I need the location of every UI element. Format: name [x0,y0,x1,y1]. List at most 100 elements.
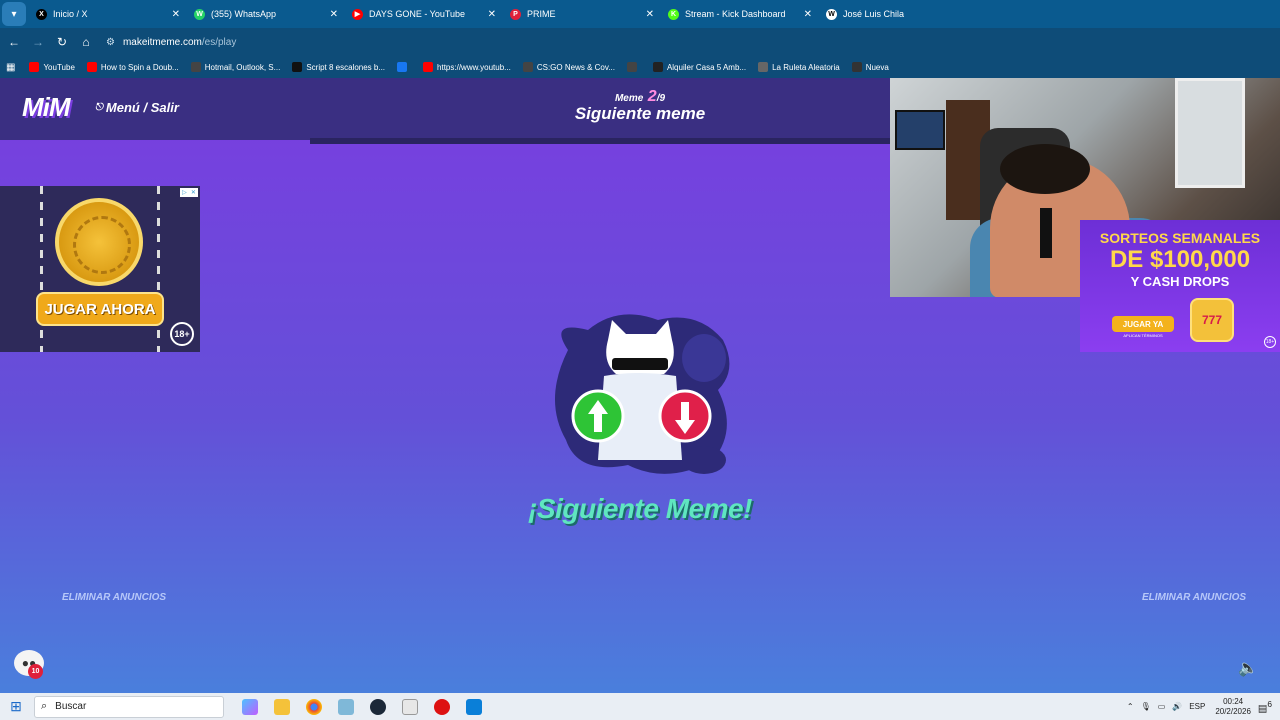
tab-title: PRIME [527,9,556,19]
app-icon[interactable] [330,693,362,720]
bookmark-favicon-icon [522,62,533,72]
back-icon[interactable]: ← [2,35,26,49]
browser-tab[interactable]: W José Luis Chila [820,0,978,28]
url-host: makeitmeme.com [122,36,202,48]
bookmark-label: Nueva [865,62,889,72]
tab-close-icon[interactable]: ✕ [646,9,654,20]
steam-icon[interactable] [362,693,394,720]
exit-icon: ⎋ [95,102,103,113]
menu-exit-link[interactable]: ⎋ Menú / Salir [95,100,179,115]
network-icon[interactable]: ▭ [1158,702,1166,711]
ad-right[interactable]: SORTEOS SEMANALES DE $100,000 Y CASH DRO… [1080,220,1280,352]
bookmark-favicon-icon [626,62,637,72]
reload-icon[interactable]: ↻ [50,35,74,49]
clock-time: 00:24 [1223,696,1244,706]
tab-title: José Luis Chila [843,9,905,19]
ad-stripe [157,186,160,352]
apps-icon[interactable]: ▦ [6,62,15,73]
bookmark-item[interactable]: Nueva [851,62,889,72]
webcam-window [1175,78,1245,188]
tab-close-icon[interactable]: ✕ [488,9,496,20]
bookmark-item[interactable]: https://www.youtub... [423,62,511,72]
ad-play-button[interactable]: JUGAR AHORA [36,292,164,326]
search-icon: ⌕ [41,700,48,712]
tab-favicon-icon: W [194,8,205,20]
mic-icon[interactable]: 🎙 [1141,702,1151,711]
bookmark-item[interactable]: How to Spin a Doub... [86,62,179,72]
windows-start-icon[interactable]: ⊞ [0,698,32,715]
bookmark-favicon-icon [292,62,303,72]
webcam-tv [895,110,945,150]
tab-title: Inicio / X [53,9,88,19]
tab-close-icon[interactable]: ✕ [172,9,180,20]
bookmark-item[interactable]: YouTube [29,62,75,72]
chrome-icon[interactable] [298,693,330,720]
browser-tab[interactable]: W (355) WhatsApp ✕ [188,0,346,28]
taskbar-search[interactable]: ⌕ Buscar [34,695,224,718]
forward-icon[interactable]: → [26,35,50,49]
tab-strip: ▾ X Inicio / X ✕ W (355) WhatsApp ✕ ▶ DAYS GONE… [0,0,1280,28]
bookmark-item[interactable] [626,62,641,72]
bookmark-favicon-icon [423,62,434,72]
url-path: /es/play [201,36,237,48]
chat-count-badge: 10 [28,664,43,679]
browser-tab[interactable]: ▶ DAYS GONE - YouTube ✕ [346,0,504,28]
header-title: Siguiente meme [574,104,706,123]
tab-title: Stream - Kick Dashboard [685,9,786,19]
ad-right-button[interactable]: JUGAR YA [1112,316,1174,332]
copilot-icon[interactable] [234,693,266,720]
notification-icon[interactable]: ▤6 [1258,699,1272,714]
bookmark-item[interactable]: La Ruleta Aleatoria [758,62,840,72]
game-page: MiM ⎋ Menú / Salir Meme 2/9 Siguiente me… [0,78,1280,693]
meme-counter: Meme 2/9 Siguiente meme [560,88,720,124]
paint-icon[interactable] [394,693,426,720]
bookmark-label: How to Spin a Doub... [100,62,179,72]
tab-close-icon[interactable]: ✕ [804,9,812,20]
meme-current: 2 [647,88,657,105]
bookmark-item[interactable]: Hotmail, Outlook, S... [190,62,280,72]
remove-ads-link-right[interactable]: ELIMINAR ANUNCIOS [1142,592,1246,603]
ad-info-icon[interactable]: ▷ ✕ [180,188,198,197]
bookmarks-bar: ▦ YouTube How to Spin a Doub... Hotmail, O… [0,56,1280,78]
volume-icon[interactable]: 🔈 [1238,658,1258,678]
record-icon[interactable] [426,693,458,720]
tab-favicon-icon: X [36,8,47,20]
home-icon[interactable]: ⌂ [74,35,98,49]
taskbar: ⊞ ⌕ Buscar ⌃ 🎙 ▭ 🔊 ESP 00:24 20/2/2026 ▤… [0,693,1280,720]
bookmark-item[interactable]: CS:GO News & Cov... [522,62,615,72]
browser-tab[interactable]: X Inicio / X ✕ [30,0,188,28]
remove-ads-link-left[interactable]: ELIMINAR ANUNCIOS [62,592,166,603]
coin-image [55,198,143,286]
bookmark-favicon-icon [652,62,663,72]
search-placeholder: Buscar [55,701,87,712]
site-logo[interactable]: MiM [22,92,71,123]
media-icon[interactable] [458,693,490,720]
clock[interactable]: 00:24 20/2/2026 [1215,697,1251,717]
file-explorer-icon[interactable] [266,693,298,720]
browser-tab[interactable]: P PRIME ✕ [504,0,662,28]
language-indicator[interactable]: ESP [1189,702,1205,711]
bookmark-item[interactable]: Alquiler Casa 5 Amb... [652,62,747,72]
browser-tab[interactable]: K Stream - Kick Dashboard ✕ [662,0,820,28]
ad-right-terms: APLICAN TÉRMINOS [1123,333,1163,338]
age-badge: 18+ [170,322,194,346]
bookmark-favicon-icon [86,62,97,72]
url-field[interactable]: ⚙ makeitmeme.com/es/play [106,37,236,48]
ad-right-line3: Y CASH DROPS [1130,274,1230,289]
clock-date: 20/2/2026 [1215,706,1251,716]
bookmark-label: Alquiler Casa 5 Amb... [666,62,747,72]
cat-mascot-image [554,314,730,474]
bookmark-item[interactable] [397,62,411,72]
tab-search-button[interactable]: ▾ [2,2,26,26]
bookmark-item[interactable]: Script 8 escalones b... [292,62,385,72]
site-header: MiM ⎋ Menú / Salir Meme 2/9 Siguiente me… [0,78,890,140]
tab-favicon-icon: P [510,8,521,20]
ad-left[interactable]: JUGAR AHORA 18+ ▷ ✕ [0,186,200,352]
pinned-apps [234,693,490,720]
chevron-up-icon[interactable]: ⌃ [1127,702,1134,711]
site-info-icon[interactable]: ⚙ [106,37,115,48]
volume-tray-icon[interactable]: 🔊 [1172,702,1182,711]
tab-close-icon[interactable]: ✕ [330,9,338,20]
next-meme-button[interactable]: ¡Siguiente Meme! [480,493,800,525]
bookmark-favicon-icon [29,62,40,72]
